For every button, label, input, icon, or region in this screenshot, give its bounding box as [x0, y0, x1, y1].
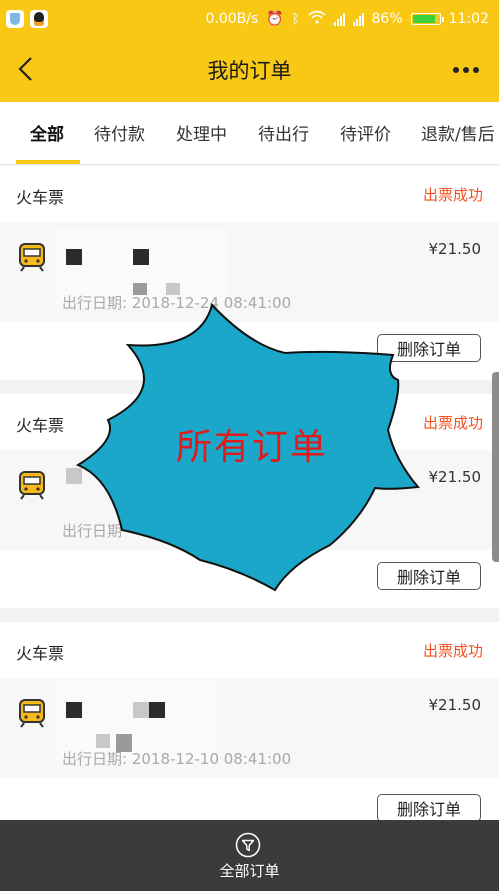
train-icon: [19, 471, 45, 500]
delete-order-button[interactable]: 删除订单: [377, 562, 481, 590]
more-dots-icon: [453, 67, 459, 73]
tab-processing[interactable]: 处理中: [176, 120, 227, 145]
order-status: 出票成功: [422, 642, 483, 660]
more-button[interactable]: [453, 67, 479, 75]
navbar: 我的订单: [0, 40, 499, 102]
order-price: ¥21.50: [428, 468, 482, 486]
scrollbar-thumb[interactable]: [492, 372, 499, 562]
order-card[interactable]: 火车票 出票成功 ¥21.50 出行日期: 2018-12-10 08:41:0…: [0, 622, 499, 822]
callout-text: 所有订单: [176, 427, 329, 468]
bluetooth-icon: ᛒ: [291, 11, 300, 27]
filter-icon: [235, 832, 261, 858]
delete-order-button[interactable]: 删除订单: [377, 794, 481, 822]
shield-app-icon: [6, 10, 24, 28]
page-title: 我的订单: [207, 59, 292, 83]
order-status: 出票成功: [422, 414, 483, 432]
all-orders-bar[interactable]: 全部订单: [0, 820, 499, 891]
signal-icon-2: [352, 12, 364, 26]
order-body[interactable]: ¥21.50 出行日期: 2018-12-24 08:41:00: [0, 222, 499, 322]
travel-date: 出行日期: [62, 522, 123, 540]
order-price: ¥21.50: [428, 696, 482, 714]
battery-icon: [410, 13, 444, 25]
alarm-icon: ⏰: [266, 11, 284, 27]
order-card[interactable]: 火车票 出票成功 ¥21.50 出行日期: 2018-12-24 08:41:0…: [0, 166, 499, 380]
qq-app-icon: [30, 10, 48, 28]
train-icon: [19, 243, 45, 272]
network-speed: 0.00B/s: [205, 11, 259, 27]
order-status: 出票成功: [422, 186, 483, 204]
tab-pending-trip[interactable]: 待出行: [258, 120, 309, 145]
order-price: ¥21.50: [428, 240, 482, 258]
active-tab-indicator: [16, 160, 80, 164]
travel-date: 出行日期: 2018-12-24 08:41:00: [62, 294, 292, 312]
tab-pending-payment[interactable]: 待付款: [94, 120, 145, 145]
tab-pending-review[interactable]: 待评价: [340, 120, 391, 145]
delete-order-button[interactable]: 删除订单: [377, 334, 481, 362]
train-icon: [19, 699, 45, 728]
tab-all[interactable]: 全部: [30, 120, 64, 145]
order-type: 火车票: [16, 188, 65, 207]
clock: 11:02: [448, 11, 489, 27]
order-type: 火车票: [16, 416, 65, 435]
order-body[interactable]: ¥21.50 出行日期: 2018-12-10 08:41:00: [0, 678, 499, 778]
wifi-icon: [307, 10, 326, 28]
all-orders-label: 全部订单: [219, 862, 280, 880]
app-header: 0.00B/s ⏰ ᛒ 86% 11:02 我的订单: [0, 0, 499, 102]
order-tabs: 全部 待付款 处理中 待出行 待评价 退款/售后: [0, 102, 499, 165]
status-bar: 0.00B/s ⏰ ᛒ 86% 11:02: [0, 0, 499, 38]
tab-refund[interactable]: 退款/售后: [421, 120, 495, 145]
travel-date: 出行日期: 2018-12-10 08:41:00: [62, 750, 292, 768]
battery-percent: 86%: [371, 11, 403, 27]
signal-icon: [333, 12, 345, 26]
order-type: 火车票: [16, 644, 65, 663]
